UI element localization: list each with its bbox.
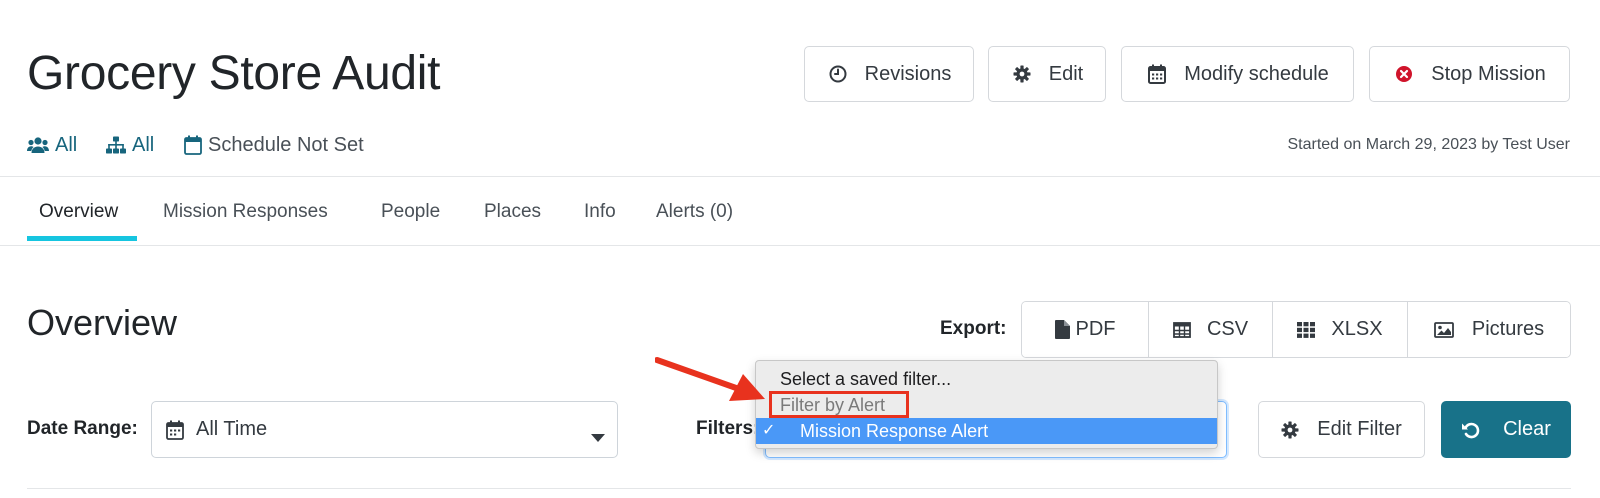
dropdown-option-select-saved-filter[interactable]: Select a saved filter...	[756, 366, 1217, 392]
date-range-label: Date Range:	[27, 418, 138, 439]
times-circle-icon	[1393, 63, 1415, 85]
export-xlsx-button[interactable]: XLSX	[1273, 302, 1408, 357]
clear-label: Clear	[1503, 418, 1551, 440]
calendar-icon	[166, 420, 184, 440]
schedule-status: Schedule Not Set	[184, 131, 364, 159]
clock-icon	[827, 63, 849, 85]
modify-schedule-button[interactable]: Modify schedule	[1121, 46, 1354, 102]
filters-label: Filters:	[696, 418, 760, 439]
annotation-highlight-box	[769, 391, 909, 418]
tabs-divider	[0, 245, 1600, 246]
section-divider	[27, 488, 1571, 489]
tab-info[interactable]: Info	[584, 199, 616, 225]
export-csv-label: CSV	[1206, 318, 1249, 340]
stop-mission-label: Stop Mission	[1431, 62, 1546, 85]
grid-icon	[1297, 321, 1316, 338]
export-pdf-label: PDF	[1075, 318, 1116, 340]
export-pictures-label: Pictures	[1471, 318, 1545, 340]
tab-places[interactable]: Places	[484, 199, 541, 225]
teams-filter-link[interactable]: All	[27, 131, 77, 159]
hierarchy-filter-link[interactable]: All	[106, 131, 154, 159]
undo-icon	[1461, 420, 1481, 440]
dropdown-option-label: Mission Response Alert	[800, 421, 989, 441]
sitemap-icon	[106, 136, 126, 154]
clear-button[interactable]: Clear	[1441, 401, 1571, 458]
edit-filter-label: Edit Filter	[1317, 418, 1402, 440]
caret-down-icon	[591, 426, 605, 449]
stop-mission-button[interactable]: Stop Mission	[1369, 46, 1570, 102]
date-range-value: All Time	[196, 418, 268, 440]
gear-icon	[1011, 63, 1033, 85]
gear-icon	[1281, 421, 1299, 439]
section-title: Overview	[27, 302, 178, 343]
revisions-label: Revisions	[864, 62, 952, 85]
export-button-group: PDF CSV XLSX Pictures	[1021, 301, 1571, 358]
export-pdf-button[interactable]: PDF	[1022, 302, 1149, 357]
active-tab-indicator	[27, 236, 137, 241]
tab-mission-responses[interactable]: Mission Responses	[163, 199, 328, 225]
dropdown-option-mission-response-alert[interactable]: ✓ Mission Response Alert	[756, 418, 1217, 444]
calendar-icon	[1146, 63, 1168, 85]
teams-filter-label: All	[55, 134, 78, 156]
tab-alerts[interactable]: Alerts (0)	[656, 199, 733, 225]
edit-label: Edit	[1048, 62, 1084, 85]
export-csv-button[interactable]: CSV	[1149, 302, 1273, 357]
page-title: Grocery Store Audit	[27, 47, 441, 100]
header-divider	[0, 176, 1600, 177]
annotation-arrow-icon	[655, 357, 765, 401]
image-icon	[1433, 321, 1454, 338]
table-icon	[1173, 321, 1191, 338]
calendar-icon	[184, 135, 202, 155]
check-icon: ✓	[762, 422, 776, 439]
file-icon	[1054, 320, 1070, 339]
export-xlsx-label: XLSX	[1331, 318, 1383, 340]
edit-filter-button[interactable]: Edit Filter	[1258, 401, 1425, 458]
schedule-status-label: Schedule Not Set	[208, 134, 364, 156]
tab-overview[interactable]: Overview	[39, 199, 118, 225]
hierarchy-filter-label: All	[132, 134, 155, 156]
edit-button[interactable]: Edit	[988, 46, 1106, 102]
started-info: Started on March 29, 2023 by Test User	[1287, 136, 1570, 153]
revisions-button[interactable]: Revisions	[804, 46, 974, 102]
export-pictures-button[interactable]: Pictures	[1408, 302, 1570, 357]
modify-schedule-label: Modify schedule	[1184, 62, 1329, 85]
export-label: Export:	[940, 318, 1007, 339]
date-range-select[interactable]: All Time	[151, 401, 618, 458]
users-icon	[27, 136, 49, 154]
tab-people[interactable]: People	[381, 199, 440, 225]
